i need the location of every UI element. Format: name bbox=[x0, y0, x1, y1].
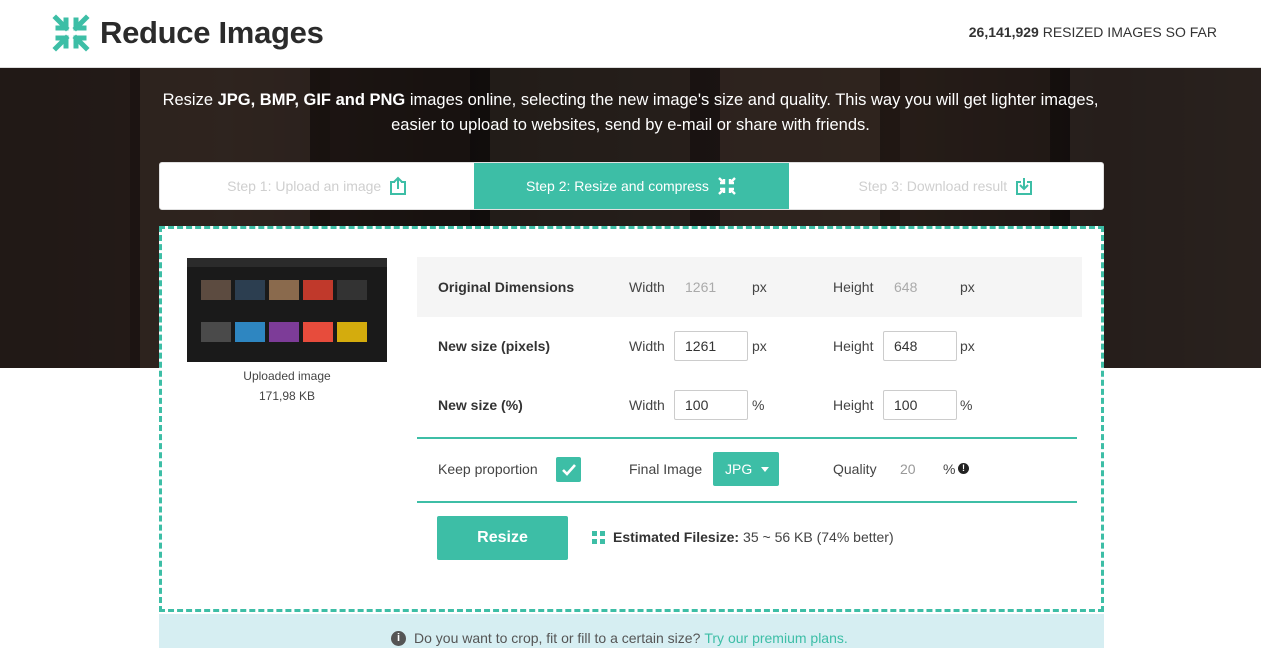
uploaded-thumbnail bbox=[187, 258, 387, 362]
new-width-label: Width bbox=[629, 338, 665, 354]
compress-icon bbox=[592, 530, 605, 544]
new-height-label: Height bbox=[833, 338, 874, 354]
checkmark-icon bbox=[561, 463, 576, 476]
new-size-percent-row: New size (%) Width 100 % Height 100 % bbox=[417, 375, 1082, 435]
step-resize-label: Step 2: Resize and compress bbox=[526, 178, 709, 194]
percent-width-label: Width bbox=[629, 397, 665, 413]
options-row: Keep proportion Final Image JPG Quality … bbox=[417, 439, 1082, 499]
step-resize[interactable]: Step 2: Resize and compress bbox=[474, 163, 789, 209]
thumb-card bbox=[337, 280, 367, 300]
hero-intro: Resize JPG, BMP, GIF and PNG images onli… bbox=[160, 88, 1101, 138]
thumb-card bbox=[201, 322, 231, 342]
premium-message: i Do you want to crop, fit or fill to a … bbox=[391, 630, 848, 646]
original-height-label: Height bbox=[833, 279, 874, 295]
estimate-label: Estimated Filesize: bbox=[613, 529, 740, 545]
download-icon bbox=[1016, 178, 1033, 195]
thumb-bar bbox=[187, 258, 387, 267]
original-dimensions-label: Original Dimensions bbox=[438, 279, 575, 295]
new-size-pixels-label: New size (pixels) bbox=[438, 338, 551, 354]
final-image-value: JPG bbox=[725, 461, 753, 477]
new-height-input[interactable]: 648 bbox=[883, 331, 957, 361]
brand-name: Reduce Images bbox=[100, 15, 324, 50]
new-size-percent-label: New size (%) bbox=[438, 397, 523, 413]
thumb-card bbox=[303, 280, 333, 300]
thumb-card bbox=[235, 322, 265, 342]
premium-link[interactable]: Try our premium plans. bbox=[704, 630, 847, 646]
unit-label: % bbox=[960, 397, 973, 413]
uploaded-size: 171,98 KB bbox=[258, 389, 316, 403]
site-header: Reduce Images 26,141,929 RESIZED IMAGES … bbox=[0, 0, 1261, 68]
resized-counter: 26,141,929 RESIZED IMAGES SO FAR bbox=[969, 24, 1217, 40]
caret-down-icon bbox=[761, 467, 769, 472]
step-download-label: Step 3: Download result bbox=[858, 178, 1008, 194]
intro-rest: images online, selecting the new image's… bbox=[391, 91, 1099, 134]
final-image-label: Final Image bbox=[629, 461, 703, 477]
resize-button[interactable]: Resize bbox=[437, 516, 568, 560]
step-upload[interactable]: Step 1: Upload an image bbox=[160, 163, 474, 209]
quality-label: Quality bbox=[833, 461, 877, 477]
new-width-input[interactable]: 1261 bbox=[674, 331, 748, 361]
unit-label: px bbox=[752, 338, 767, 354]
unit-label: px bbox=[960, 338, 975, 354]
percent-width-input[interactable]: 100 bbox=[674, 390, 748, 420]
original-dimensions-row: Original Dimensions Width 1261 px Height… bbox=[417, 257, 1082, 317]
original-width-label: Width bbox=[629, 279, 665, 295]
upload-icon bbox=[390, 176, 407, 195]
new-size-pixels-row: New size (pixels) Width 1261 px Height 6… bbox=[417, 316, 1082, 376]
percent-height-label: Height bbox=[833, 397, 874, 413]
step-upload-label: Step 1: Upload an image bbox=[227, 178, 382, 194]
original-width-field: 1261 bbox=[674, 272, 748, 302]
uploaded-label: Uploaded image bbox=[243, 369, 331, 383]
resize-panel: Uploaded image 171,98 KB Original Dimens… bbox=[159, 226, 1104, 612]
final-image-select[interactable]: JPG bbox=[713, 452, 779, 486]
thumb-card bbox=[337, 322, 367, 342]
unit-label: % bbox=[752, 397, 765, 413]
thumbnail-caption: Uploaded image 171,98 KB bbox=[187, 366, 387, 406]
steps-bar: Step 1: Upload an image Step 2: Resize a… bbox=[159, 162, 1104, 210]
info-icon[interactable]: ! bbox=[958, 463, 969, 474]
unit-label: px bbox=[752, 279, 767, 295]
keep-proportion-label: Keep proportion bbox=[438, 461, 538, 477]
logo[interactable]: Reduce Images bbox=[50, 12, 324, 54]
keep-proportion-checkbox[interactable] bbox=[556, 457, 581, 482]
estimate-value: 35 ~ 56 KB (74% better) bbox=[743, 529, 894, 545]
premium-text: Do you want to crop, fit or fill to a ce… bbox=[414, 630, 701, 646]
thumb-card bbox=[235, 280, 265, 300]
estimated-filesize: Estimated Filesize: 35 ~ 56 KB (74% bett… bbox=[592, 529, 894, 545]
step-download[interactable]: Step 3: Download result bbox=[789, 163, 1103, 209]
thumb-card bbox=[269, 322, 299, 342]
thumb-card bbox=[269, 280, 299, 300]
thumb-card bbox=[201, 280, 231, 300]
info-icon: i bbox=[391, 630, 406, 646]
unit-label: px bbox=[960, 279, 975, 295]
thumb-card bbox=[303, 322, 333, 342]
intro-formats: JPG, BMP, GIF and PNG bbox=[217, 91, 406, 109]
divider bbox=[417, 501, 1077, 503]
compress-icon bbox=[718, 177, 736, 195]
intro-prefix: Resize bbox=[162, 91, 218, 109]
unit-label: % bbox=[943, 461, 956, 477]
quality-input[interactable]: 20 bbox=[889, 454, 941, 484]
counter-suffix: RESIZED IMAGES SO FAR bbox=[1042, 24, 1217, 40]
original-height-field: 648 bbox=[883, 272, 957, 302]
compress-arrows-icon bbox=[52, 14, 90, 52]
counter-value: 26,141,929 bbox=[968, 24, 1039, 40]
premium-banner: i Do you want to crop, fit or fill to a … bbox=[159, 614, 1104, 648]
percent-height-input[interactable]: 100 bbox=[883, 390, 957, 420]
